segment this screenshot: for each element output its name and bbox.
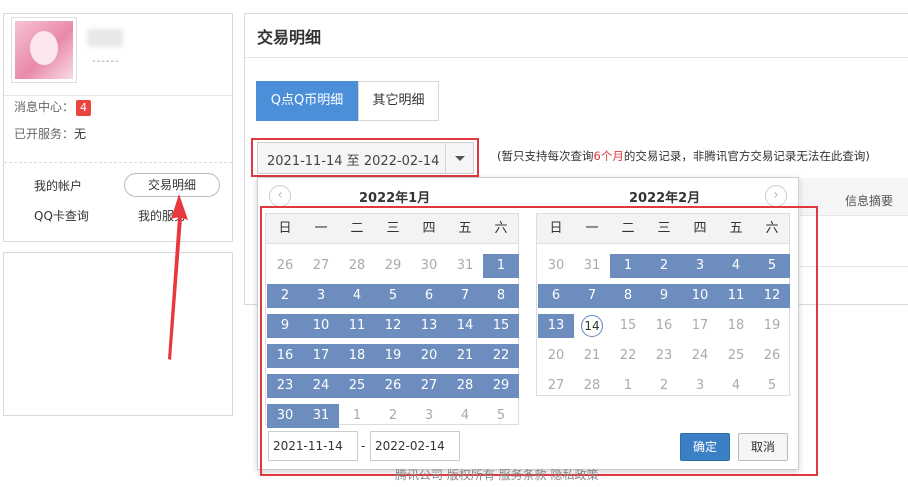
- services-label: 已开服务：: [14, 127, 75, 141]
- username-placeholder: ------: [92, 56, 120, 67]
- username-blurred: [87, 29, 123, 47]
- avatar-image: [15, 21, 73, 79]
- message-center-row[interactable]: 消息中心： 4: [14, 98, 92, 116]
- annotation-highlight-calendar: [260, 206, 818, 476]
- month-title-right: 2022年2月: [629, 191, 701, 206]
- tab-q-coin-details[interactable]: Q点Q币明细: [256, 81, 358, 121]
- query-limit-note: (暂只支持每次查询6个月的交易记录，非腾讯官方交易记录无法在此查询): [497, 148, 870, 164]
- page-footer: 腾讯公司 版权所有 服务条款 隐私政策: [395, 468, 599, 482]
- chevron-right-icon: ›: [773, 187, 779, 203]
- annotation-highlight-date-range: [251, 138, 479, 177]
- divider: [4, 95, 232, 96]
- tab-other-details[interactable]: 其它明细: [358, 81, 439, 121]
- message-center-label: 消息中心：: [14, 100, 75, 114]
- chevron-left-icon: ‹: [277, 187, 283, 203]
- next-month-button[interactable]: ›: [765, 185, 787, 207]
- prev-month-button[interactable]: ‹: [269, 185, 291, 207]
- user-card: ------ 消息中心： 4 已开服务：无 我的帐户 交易明细 QQ卡查询 我的服…: [3, 13, 233, 242]
- services-value: 无: [74, 127, 87, 141]
- link-qq-card[interactable]: QQ卡查询: [34, 207, 89, 224]
- ticket-divider: [4, 162, 232, 163]
- annotation-arrow-icon: [168, 194, 188, 360]
- link-my-account[interactable]: 我的帐户: [34, 177, 82, 194]
- sidebar-empty-panel: [3, 252, 233, 416]
- month-title-left: 2022年1月: [359, 191, 431, 206]
- column-header-summary: 信息摘要: [845, 194, 894, 208]
- note-suffix: 的交易记录，非腾讯官方交易记录无法在此查询): [623, 149, 870, 163]
- title-divider: [245, 57, 908, 58]
- note-prefix: (暂只支持每次查询: [497, 149, 594, 163]
- avatar[interactable]: [11, 17, 77, 83]
- page-title: 交易明细: [257, 28, 322, 47]
- note-highlight: 6个月: [593, 149, 624, 163]
- message-count-badge[interactable]: 4: [76, 100, 92, 116]
- services-row: 已开服务：无: [14, 125, 86, 142]
